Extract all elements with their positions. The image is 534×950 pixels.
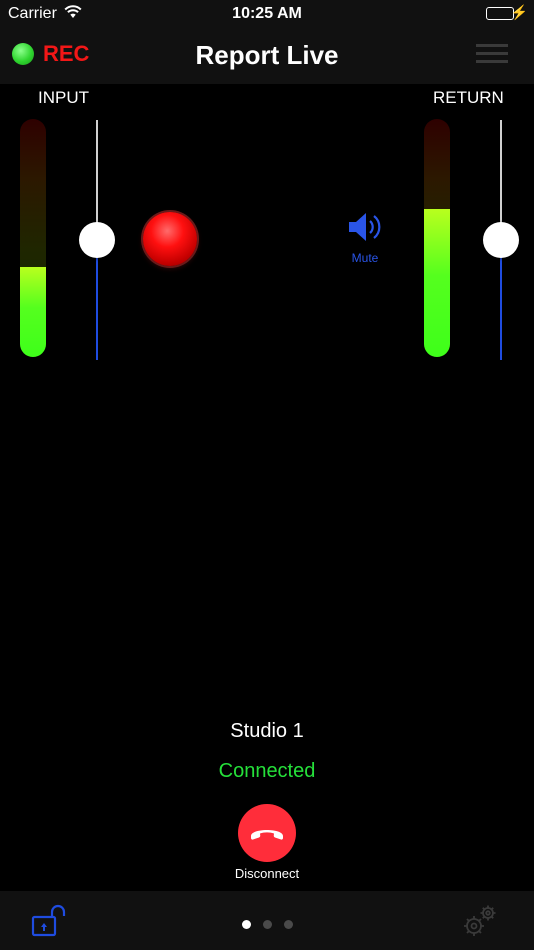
return-slider-track-lower (500, 240, 502, 360)
hamburger-menu-icon[interactable] (476, 44, 508, 64)
input-slider-thumb[interactable] (79, 222, 115, 258)
return-slider-thumb[interactable] (483, 222, 519, 258)
clock: 10:25 AM (232, 5, 302, 22)
connection-status: Connected (218, 760, 316, 782)
input-label: INPUT (38, 88, 89, 107)
page-dot[interactable] (262, 920, 272, 929)
record-button[interactable] (143, 212, 197, 266)
studio-name: Studio 1 (230, 720, 304, 742)
gears-icon[interactable] (462, 903, 498, 944)
input-gain-slider[interactable] (79, 120, 115, 360)
input-level-meter (20, 119, 46, 357)
mute-label: Mute (351, 251, 379, 265)
input-level-fill (20, 266, 46, 357)
bottom-bar (0, 891, 534, 950)
charging-bolt-icon: ⚡ (510, 4, 528, 20)
return-label: RETURN (433, 88, 504, 107)
status-bar: Carrier 10:25 AM ⚡ (0, 0, 534, 28)
return-level-meter (424, 119, 450, 357)
speaker-icon (345, 213, 385, 248)
disconnect-label: Disconnect (234, 866, 300, 881)
page-dot[interactable] (241, 920, 251, 929)
page-dot[interactable] (283, 920, 293, 929)
page-indicator (0, 916, 534, 934)
mute-button[interactable]: Mute (344, 210, 386, 266)
nav-bar: REC Report Live (0, 28, 534, 84)
return-volume-slider[interactable] (483, 120, 519, 360)
hang-up-icon (238, 830, 296, 866)
return-level-fill (424, 209, 450, 357)
input-slider-track-lower (96, 240, 98, 360)
disconnect-button[interactable] (238, 804, 296, 862)
page-title: Report Live (195, 40, 339, 70)
